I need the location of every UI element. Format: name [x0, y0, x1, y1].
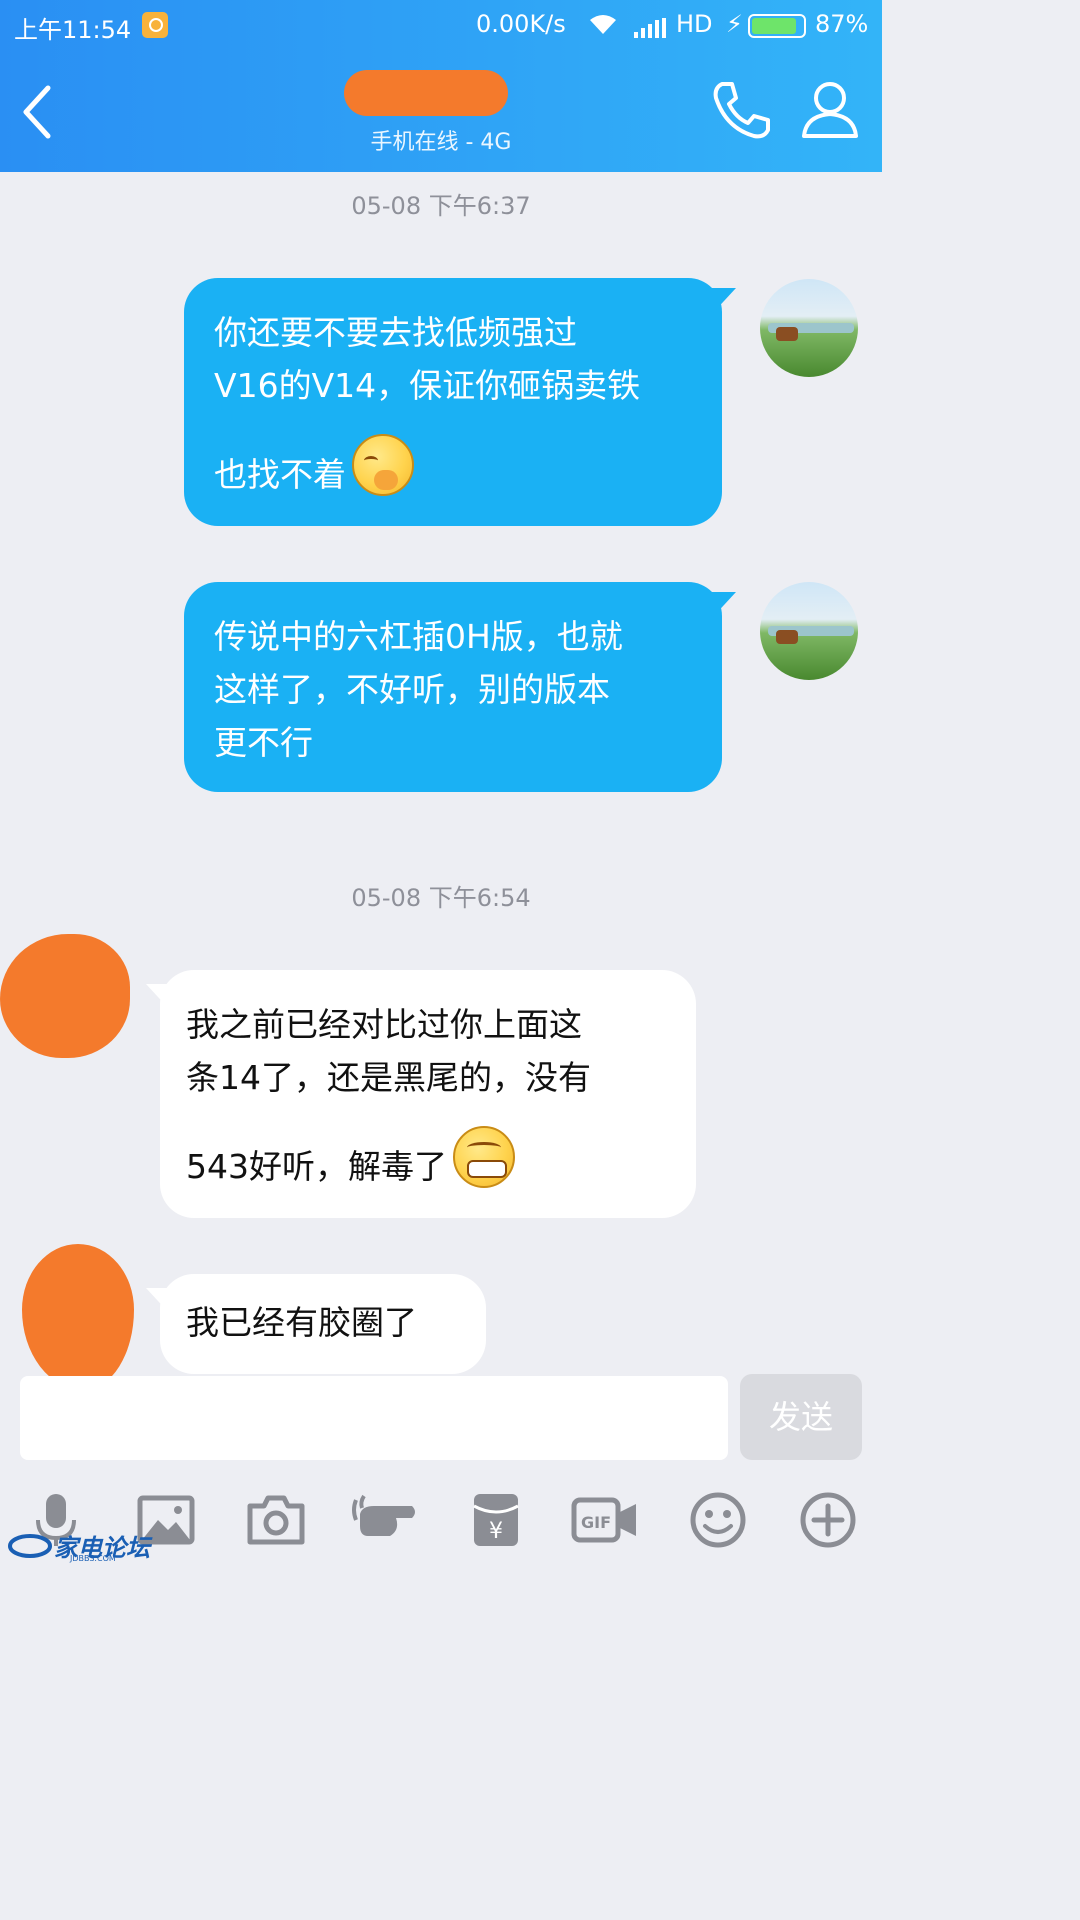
- message-bubble-outgoing[interactable]: 传说中的六杠插0H版，也就 这样了，不好听，别的版本 更不行: [184, 582, 736, 792]
- profile-icon[interactable]: [798, 78, 862, 142]
- message-line: 我已经有胶圈了: [186, 1303, 417, 1342]
- poke-hand-icon[interactable]: [352, 1490, 422, 1550]
- battery-level: [752, 18, 796, 34]
- top-bar: 上午11:54 0.00K/s HD ⚡ 87% 手机在线 - 4G: [0, 0, 882, 172]
- shy-smile-emoji-icon: [352, 434, 414, 496]
- camera-icon[interactable]: [246, 1490, 306, 1550]
- grin-emoji-icon: [453, 1126, 515, 1188]
- watermark-logo-icon: [8, 1534, 52, 1558]
- watermark-domain: JDBBS.COM: [70, 1554, 116, 1563]
- phone-call-icon[interactable]: [708, 78, 772, 142]
- message-line: 我之前已经对比过你上面这: [186, 1005, 582, 1044]
- self-avatar[interactable]: [760, 279, 858, 377]
- message-input[interactable]: [20, 1376, 728, 1460]
- notification-icon: [142, 12, 168, 38]
- status-bar: 上午11:54 0.00K/s HD ⚡ 87%: [0, 0, 882, 52]
- battery-percent: 87%: [815, 10, 869, 38]
- nav-bar: 手机在线 - 4G: [0, 52, 882, 172]
- message-bubble-outgoing[interactable]: 你还要不要去找低频强过 V16的V14，保证你砸锅卖铁 也找不着: [184, 278, 736, 526]
- forum-watermark: 家电论坛 JDBBS.COM: [8, 1528, 158, 1564]
- message-line: 更不行: [214, 723, 313, 762]
- battery-icon: [748, 14, 806, 38]
- contact-avatar-redacted[interactable]: [0, 934, 130, 1058]
- message-bubble-incoming[interactable]: 我已经有胶圈了: [146, 1274, 486, 1374]
- svg-text:¥: ¥: [489, 1519, 503, 1544]
- svg-text:GIF: GIF: [581, 1513, 611, 1532]
- timestamp: 05-08 下午6:37: [351, 192, 531, 220]
- avatar-cow: [776, 630, 798, 644]
- status-time: 上午11:54: [14, 16, 132, 44]
- gif-icon[interactable]: GIF: [570, 1490, 640, 1550]
- message-line: 也找不着: [214, 455, 346, 494]
- message-line: 你还要不要去找低频强过: [214, 313, 577, 352]
- wifi-icon: [588, 12, 618, 42]
- self-avatar[interactable]: [760, 582, 858, 680]
- red-packet-yuan-icon[interactable]: ¥: [466, 1490, 526, 1550]
- send-button[interactable]: 发送: [740, 1374, 862, 1460]
- message-line: 条14了，还是黑尾的，没有: [186, 1058, 591, 1097]
- avatar-cow: [776, 327, 798, 341]
- message-line: V16的V14，保证你砸锅卖铁: [214, 366, 641, 405]
- timestamp: 05-08 下午6:54: [351, 884, 531, 912]
- message-line: 传说中的六杠插0H版，也就: [214, 617, 623, 656]
- bubble-tail: [706, 592, 736, 618]
- bubble-tail: [146, 984, 176, 1010]
- bubble-tail: [706, 288, 736, 314]
- network-speed: 0.00K/s: [476, 10, 566, 38]
- message-bubble-incoming[interactable]: 我之前已经对比过你上面这 条14了，还是黑尾的，没有 543好听，解毒了: [146, 970, 696, 1218]
- emoji-face-icon[interactable]: [688, 1490, 748, 1550]
- contact-name-redacted[interactable]: [344, 70, 508, 116]
- plus-circle-icon[interactable]: [798, 1490, 858, 1550]
- network-type: HD: [676, 10, 713, 38]
- contact-avatar-redacted[interactable]: [22, 1244, 134, 1390]
- bubble-tail: [146, 1288, 176, 1314]
- cell-signal-icon: [634, 16, 666, 38]
- message-line: 这样了，不好听，别的版本: [214, 670, 610, 709]
- message-line: 543好听，解毒了: [186, 1147, 447, 1186]
- charging-icon: ⚡: [726, 10, 743, 38]
